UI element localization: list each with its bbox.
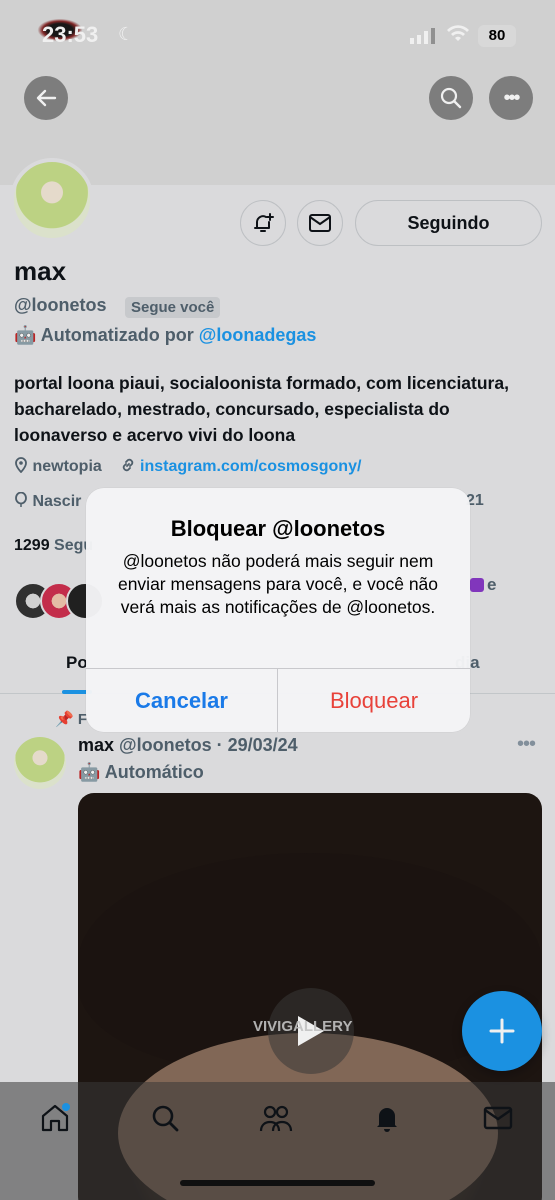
block-confirmation-dialog: Bloquear @loonetos @loonetos não poderá …: [86, 488, 470, 732]
block-button[interactable]: Bloquear: [278, 669, 470, 732]
cancel-button[interactable]: Cancelar: [86, 669, 278, 732]
dialog-actions: Cancelar Bloquear: [86, 668, 470, 732]
dialog-title: Bloquear @loonetos: [170, 516, 386, 541]
dialog-message: @loonetos não poderá mais seguir nem env…: [117, 551, 439, 617]
